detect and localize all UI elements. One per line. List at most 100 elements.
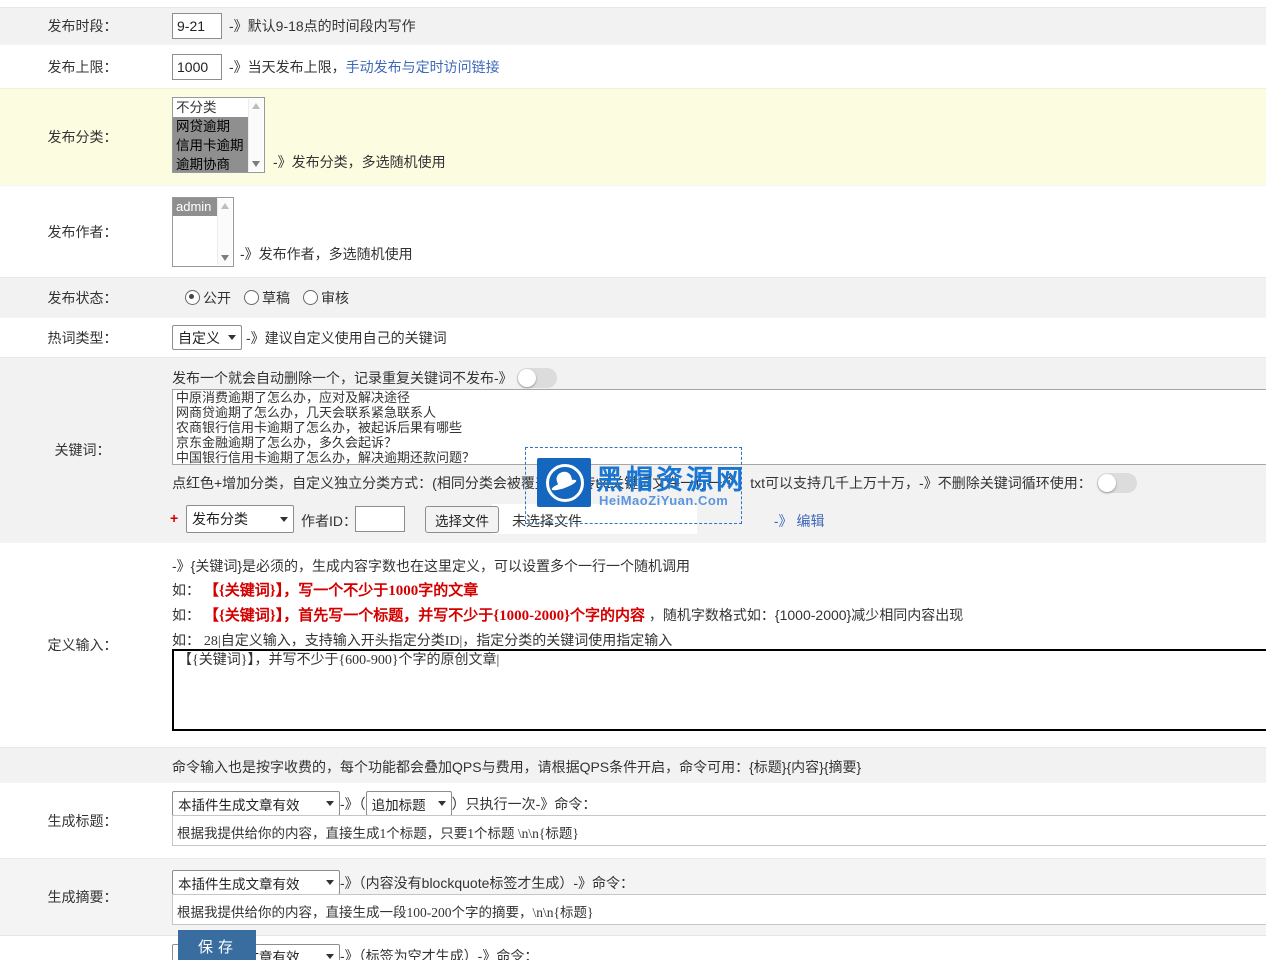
top-strip <box>0 0 1266 7</box>
gen-summary-command-input[interactable]: 根据我提供给你的内容，直接生成一段100-200个字的摘要，\n\n{标题} <box>172 894 1266 925</box>
hotword-type-label: 热词类型： <box>0 318 165 357</box>
add-category-plus-button[interactable]: + <box>170 510 178 526</box>
keywords-toggle-line: 发布一个就会自动删除一个，记录重复关键词不发布-》 <box>172 368 557 388</box>
publish-limit-label: 发布上限： <box>0 45 165 88</box>
gen-title-arrow-open: -》（ <box>340 794 366 814</box>
gen-summary-after: -》（内容没有blockquote标签才生成）-》命令： <box>340 873 634 893</box>
chevron-down-icon <box>326 954 334 959</box>
category-option[interactable]: 不分类 <box>173 98 248 117</box>
edit-line: -》 编辑 <box>774 513 825 529</box>
chevron-down-icon <box>438 801 446 806</box>
example3-text: 28|自定义输入，支持输入开头指定分类ID|，指定分类的关键词使用指定输入 <box>204 634 672 649</box>
edit-link[interactable]: 编辑 <box>796 513 824 529</box>
chevron-down-icon <box>326 880 334 885</box>
keywords-toggle-note: 发布一个就会自动删除一个，记录重复关键词不发布-》 <box>172 368 513 388</box>
example1-text: 【{关键词}】，写一个不少于1000字的文章 <box>204 583 478 599</box>
gen-tag-after: -》（标签为空才生成）-》命令： <box>340 946 538 960</box>
watermark-card: 黑帽资源网 HeiMaoZiYuan.Com <box>525 447 742 524</box>
gen-title-command-input[interactable]: 根据我提供给你的内容，直接生成1个标题，只要1个标题 \n\n{标题} <box>172 815 1266 846</box>
publish-limit-input[interactable]: 1000 <box>172 54 222 80</box>
define-input-label: 定义输入： <box>0 543 165 747</box>
edit-arrow: -》 <box>774 513 793 529</box>
hotword-type-desc: -》建议自定义使用自己的关键词 <box>246 328 447 348</box>
author-id-input[interactable] <box>355 506 405 532</box>
publish-time-desc: -》默认9-18点的时间段内写作 <box>229 16 416 36</box>
gen-title-append-selected: 追加标题 <box>372 794 426 814</box>
watermark-title: 黑帽资源网 <box>596 458 746 497</box>
example-prefix: 如： <box>172 607 200 623</box>
toggle-knob <box>518 369 536 387</box>
row-command-note: 命令输入也是按字收费的，每个功能都会叠加QPS与费用，请根据QPS条件开启，命令… <box>0 747 1266 782</box>
category-option[interactable]: 逾期协商 <box>173 155 248 173</box>
example2-suffix: ，随机字数格式如：{1000-2000}减少相同内容出现 <box>649 607 963 623</box>
scroll-up-icon[interactable] <box>252 103 260 109</box>
define-input-textarea[interactable]: 【{关键词}】，并写不少于{600-900}个字的原创文章| <box>172 649 1266 731</box>
gen-title-label: 生成标题： <box>0 783 165 858</box>
category-listbox[interactable]: 不分类 网贷逾期 信用卡逾期 逾期协商 <box>172 97 265 173</box>
example2-text: 【{关键词}】，首先写一个标题，并写不少于{1000-2000}个字的内容 <box>204 608 645 624</box>
radio-public[interactable] <box>185 290 200 305</box>
gen-summary-mode-select[interactable]: 本插件生成文章有效 <box>172 870 340 895</box>
command-note-text: 命令输入也是按字收费的，每个功能都会叠加QPS与费用，请根据QPS条件开启，命令… <box>172 757 861 777</box>
category-scrollbar[interactable] <box>248 99 263 171</box>
watermark-subtitle: HeiMaoZiYuan.Com <box>599 493 728 508</box>
gen-tag-spacer <box>0 936 165 960</box>
publish-status-label: 发布状态： <box>0 278 165 317</box>
radio-draft[interactable] <box>244 290 259 305</box>
scroll-down-icon[interactable] <box>252 161 260 167</box>
gen-title-controls: 本插件生成文章有效 -》（ 追加标题 ）只执行一次-》命令： <box>172 791 596 816</box>
radio-review-label[interactable]: 审核 <box>321 288 349 308</box>
define-input-line1: -》{关键词}是必须的，生成内容字数也在这里定义，可以设置多个一行一个随机调用 <box>172 556 690 576</box>
keep-keywords-toggle[interactable] <box>1097 473 1137 493</box>
choose-file-button[interactable]: 选择文件 <box>425 506 499 533</box>
define-input-example2: 如： 【{关键词}】，首先写一个标题，并写不少于{1000-2000}个字的内容… <box>172 604 963 625</box>
category-option[interactable]: 网贷逾期 <box>173 117 248 136</box>
row-publish-author: 发布作者： admin -》发布作者，多选随机使用 <box>0 185 1266 277</box>
gen-title-append-select[interactable]: 追加标题 <box>366 791 452 816</box>
upload-category-selected: 发布分类 <box>192 509 248 529</box>
define-input-example1: 如： 【{关键词}】，写一个不少于1000字的文章 <box>172 579 478 600</box>
row-gen-summary: 生成摘要： 本插件生成文章有效 -》（内容没有blockquote标签才生成）-… <box>0 858 1266 935</box>
save-button[interactable]: 保存 <box>178 930 256 960</box>
author-listbox[interactable]: admin <box>172 197 234 267</box>
publish-author-desc: -》发布作者，多选随机使用 <box>240 244 413 264</box>
publish-time-input[interactable]: 9-21 <box>172 13 222 39</box>
row-publish-limit: 发布上限： 1000 -》当天发布上限， 手动发布与定时访问链接 <box>0 44 1266 88</box>
scroll-down-icon[interactable] <box>221 255 229 261</box>
define-input-example3: 如： 28|自定义输入，支持输入开头指定分类ID|，指定分类的关键词使用指定输入 <box>172 630 672 650</box>
manual-publish-link[interactable]: 手动发布与定时访问链接 <box>346 57 500 77</box>
row-gen-title: 生成标题： 本插件生成文章有效 -》（ 追加标题 ）只执行一次-》命令： 根据我… <box>0 782 1266 858</box>
radio-public-label[interactable]: 公开 <box>203 288 231 308</box>
chevron-down-icon <box>326 801 334 806</box>
upload-category-select[interactable]: 发布分类 <box>186 505 294 533</box>
gen-title-mode-select[interactable]: 本插件生成文章有效 <box>172 791 340 816</box>
hotword-type-selected: 自定义 <box>178 328 220 348</box>
radio-draft-label[interactable]: 草稿 <box>262 288 290 308</box>
gen-summary-controls: 本插件生成文章有效 -》（内容没有blockquote标签才生成）-》命令： <box>172 870 634 895</box>
publish-limit-desc: -》当天发布上限， <box>229 57 346 77</box>
row-publish-category: 发布分类： 不分类 网贷逾期 信用卡逾期 逾期协商 -》发布分类，多选随机使用 <box>0 88 1266 185</box>
publish-category-label: 发布分类： <box>0 89 165 185</box>
delete-used-keyword-toggle[interactable] <box>517 368 557 388</box>
row-publish-status: 发布状态： 公开 草稿 审核 <box>0 277 1266 317</box>
gen-title-mode-selected: 本插件生成文章有效 <box>178 794 300 814</box>
toggle-knob <box>1098 474 1116 492</box>
author-id-label: 作者ID： <box>301 511 357 531</box>
hotword-type-select[interactable]: 自定义 <box>172 325 242 350</box>
plugin-settings-page: 发布时段： 9-21 -》默认9-18点的时间段内写作 发布上限： 1000 -… <box>0 0 1266 960</box>
example-prefix: 如： <box>172 582 200 598</box>
radio-review[interactable] <box>303 290 318 305</box>
author-scrollbar[interactable] <box>217 199 232 265</box>
row-hotword-type: 热词类型： 自定义 -》建议自定义使用自己的关键词 <box>0 317 1266 357</box>
chevron-down-icon <box>228 335 236 340</box>
scroll-up-icon[interactable] <box>221 203 229 209</box>
example-prefix: 如： <box>172 632 200 648</box>
chevron-down-icon <box>280 517 288 522</box>
publish-category-desc: -》发布分类，多选随机使用 <box>273 152 446 172</box>
gen-title-after: ）只执行一次-》命令： <box>452 794 597 814</box>
row-define-input: 定义输入： -》{关键词}是必须的，生成内容字数也在这里定义，可以设置多个一行一… <box>0 542 1266 747</box>
keywords-label: 关键词： <box>0 358 165 542</box>
author-option[interactable]: admin <box>173 198 217 216</box>
category-option[interactable]: 信用卡逾期 <box>173 136 248 155</box>
row-publish-time: 发布时段： 9-21 -》默认9-18点的时间段内写作 <box>0 7 1266 44</box>
